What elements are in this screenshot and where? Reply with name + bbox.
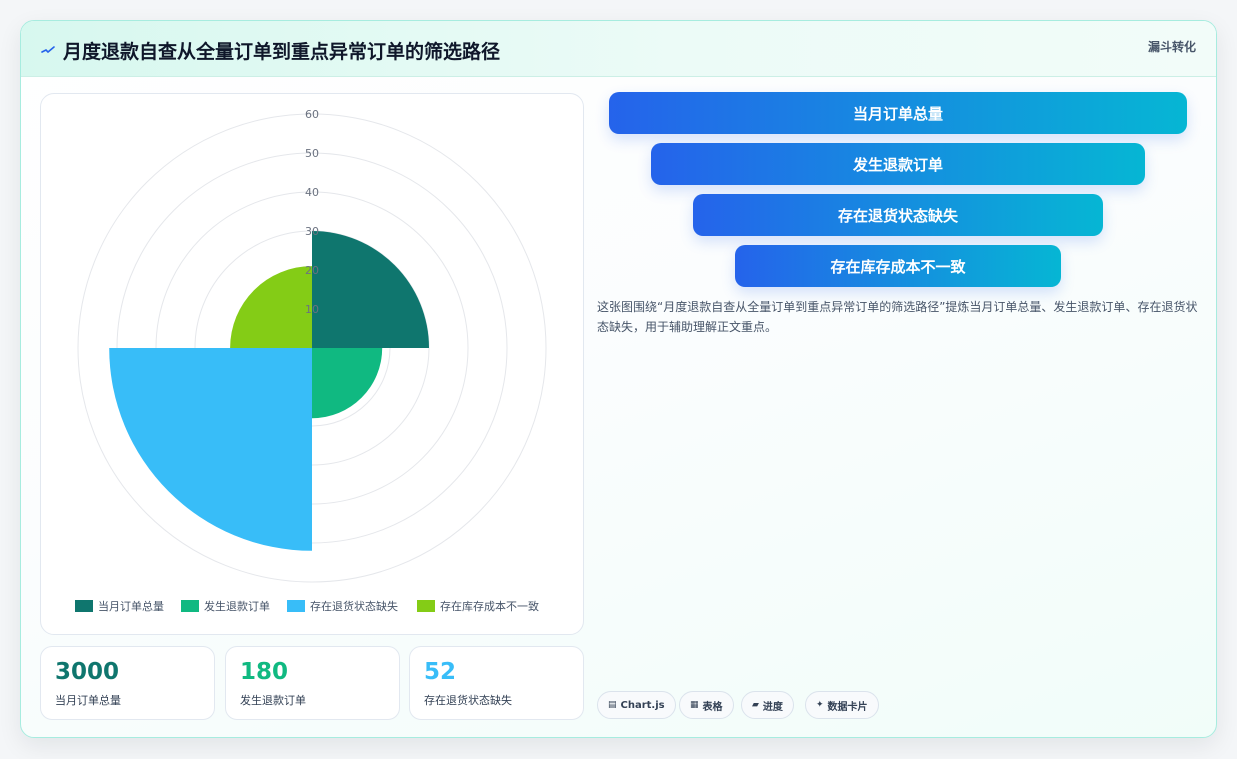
chart-icon: ▤ bbox=[608, 700, 617, 710]
r-tick-label: 20 bbox=[305, 264, 319, 277]
pill-table[interactable]: ▦ 表格 bbox=[679, 691, 734, 719]
r-tick-label: 10 bbox=[305, 303, 319, 316]
legend-swatch bbox=[181, 600, 199, 612]
chart-description: 这张图围绕“月度退款自查从全量订单到重点异常订单的筛选路径”提炼当月订单总量、发… bbox=[597, 300, 1198, 334]
funnel-stage-4: 存在库存成本不一致 bbox=[735, 245, 1061, 287]
pill-progress[interactable]: ▰ 进度 bbox=[741, 691, 794, 719]
stat-value: 3000 bbox=[55, 659, 120, 685]
page-title: 月度退款自查从全量订单到重点异常订单的筛选路径 bbox=[63, 41, 501, 63]
legend-label: 发生退款订单 bbox=[204, 599, 270, 613]
polar-chart-panel: 10 20 30 40 50 60 当月订单总量 发生退款订单 存在退货状态缺失 存在库存成本不一… bbox=[40, 93, 584, 635]
stat-card-refund: 180 发生退款订单 bbox=[225, 646, 400, 720]
polar-slice bbox=[312, 348, 383, 419]
legend-swatch bbox=[417, 600, 435, 612]
r-tick-label: 60 bbox=[305, 108, 319, 121]
pill-label: 数据卡片 bbox=[827, 701, 868, 713]
r-tick-label: 40 bbox=[305, 186, 319, 199]
sparkle-icon: ✦ bbox=[816, 700, 824, 710]
stat-label: 当月订单总量 bbox=[55, 694, 121, 707]
pill-chartjs[interactable]: ▤ Chart.js bbox=[597, 691, 676, 719]
stat-value: 180 bbox=[240, 659, 289, 685]
stat-card-total: 3000 当月订单总量 bbox=[40, 646, 215, 720]
r-tick-label: 30 bbox=[305, 225, 319, 238]
card-header: 月度退款自查从全量订单到重点异常订单的筛选路径 漏斗转化 bbox=[21, 21, 1216, 77]
pill-label: 表格 bbox=[702, 701, 723, 713]
pill-label: 进度 bbox=[762, 701, 783, 713]
legend-label: 存在退货状态缺失 bbox=[310, 599, 398, 613]
legend-swatch bbox=[287, 600, 305, 612]
funnel-stage-2: 发生退款订单 bbox=[651, 143, 1145, 185]
polar-slice bbox=[109, 348, 312, 551]
polar-slice bbox=[230, 266, 312, 348]
stat-card-missing-status: 52 存在退货状态缺失 bbox=[409, 646, 584, 720]
report-card: 月度退款自查从全量订单到重点异常订单的筛选路径 漏斗转化 10 20 30 40 50 6… bbox=[20, 20, 1217, 738]
legend-label: 当月订单总量 bbox=[98, 599, 164, 613]
polar-slice bbox=[312, 231, 429, 348]
chart-type-tag: 漏斗转化 bbox=[1147, 40, 1196, 54]
stat-label: 发生退款订单 bbox=[240, 694, 306, 707]
polar-area-chart: 10 20 30 40 50 60 当月订单总量 发生退款订单 存在退货状态缺失 存在库存成本不一… bbox=[75, 108, 547, 613]
funnel-stage-3: 存在退货状态缺失 bbox=[693, 194, 1103, 236]
table-icon: ▦ bbox=[690, 700, 699, 710]
funnel-stage-1: 当月订单总量 bbox=[609, 92, 1187, 134]
r-tick-label: 50 bbox=[305, 147, 319, 160]
legend-label: 存在库存成本不一致 bbox=[440, 599, 539, 613]
pill-label: Chart.js bbox=[620, 699, 665, 711]
stat-label: 存在退货状态缺失 bbox=[424, 694, 512, 707]
stat-value: 52 bbox=[424, 659, 457, 685]
pulse-icon bbox=[41, 46, 55, 54]
progress-icon: ▰ bbox=[752, 700, 759, 710]
pill-data-cards[interactable]: ✦ 数据卡片 bbox=[805, 691, 879, 719]
legend-swatch bbox=[75, 600, 93, 612]
